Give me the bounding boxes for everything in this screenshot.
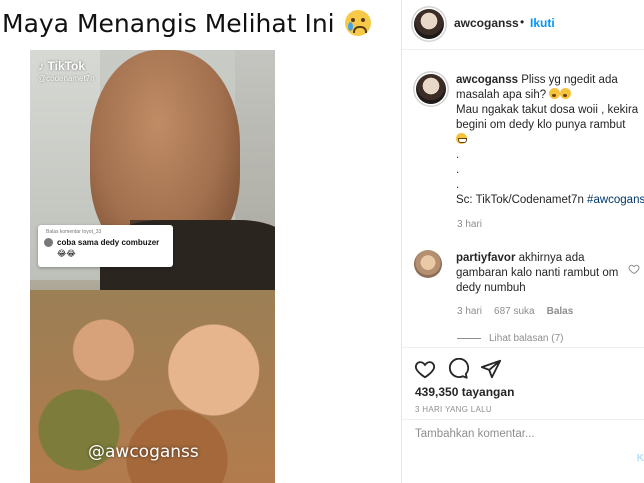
share-paper-plane-icon[interactable] [480,358,502,380]
comment-meta: 3 hari 687 suka Balas [457,306,573,317]
add-comment-bar: Tambahkan komentar... K [402,419,644,483]
comment-timestamp[interactable]: 3 hari [457,306,482,317]
fearful-face-emoji-icon-2 [560,88,572,99]
caption-hashtag-link[interactable]: #awcoganss [587,194,644,206]
post-header: awcoganss • Ikuti [402,0,644,50]
add-comment-input[interactable]: Tambahkan komentar... [415,428,535,440]
tiktok-handle: @codenamet7n [38,74,95,83]
panel-divider [401,0,402,483]
caption-author-avatar[interactable] [416,74,446,104]
follow-button[interactable]: Ikuti [530,16,555,30]
crying-face-emoji-icon [344,10,371,36]
comment-likes[interactable]: 687 suka [494,306,535,317]
comment-like-heart-icon[interactable] [628,263,640,275]
comment-reply-button[interactable]: Balas [547,306,574,317]
view-replies-button[interactable]: Lihat balasan (7) [457,333,564,344]
post-date[interactable]: 3 HARI YANG LALU [415,405,492,414]
comment-text-line-1: akhirnya ada [518,252,585,264]
header-separator: • [520,15,525,29]
comment-item: partiyfavor akhirnya ada gambaran kalo n… [456,251,636,296]
caption-dot-2: . [456,164,460,176]
like-heart-icon[interactable] [414,358,436,380]
caption-dot-1: . [456,149,460,161]
caption-line-1: Pliss yg ngedit ada [521,74,618,86]
commenter-avatar-icon [44,238,53,247]
comment-text-line-2: gambaran kalo nanti rambut om [456,267,619,279]
comment-bubble-icon[interactable] [447,358,469,380]
post-actions-bar [402,347,644,387]
video-watermark: @awcoganss [88,442,199,462]
tiktok-reply-bubble: Balas komentar toyot_33 coba sama dedy c… [38,225,173,267]
music-note-icon: ♪ [38,58,45,73]
caption-line-3: Mau ngakak takut dosa woii , kekira [456,104,639,116]
grinning-face-emoji-icon [456,133,467,144]
comment-text-line-3: dedy numbuh [456,282,526,294]
reply-bubble-text: coba sama dedy combuzer😂😂 [57,238,160,258]
view-replies-label: Lihat balasan (7) [489,333,564,344]
reply-to-label: Balas komentar toyot_33 [46,229,102,235]
headline-title: Maya Menangis Melihat Ini [0,4,400,44]
caption-dot-3: . [456,179,460,191]
tiktok-label: TikTok [47,58,86,73]
tiktok-logo: ♪ TikTok [38,58,85,73]
view-count[interactable]: 439,350 tayangan [415,385,514,399]
commenter-username[interactable]: partiyfavor [456,252,515,264]
caption-source: Sc: TikTok/Codenamet7n [456,194,584,206]
caption-line-4: begini om dedy klo punya rambut [456,119,626,131]
fearful-face-emoji-icon [549,88,561,99]
caption-timestamp[interactable]: 3 hari [457,219,482,230]
caption-line-2: masalah apa sih? [456,89,547,101]
post-comment-button[interactable]: K [637,453,644,464]
headline-text: Maya Menangis Melihat Ini [2,9,335,38]
post-caption: awcoganss Pliss yg ngedit ada masalah ap… [456,73,644,208]
author-username[interactable]: awcoganss [454,16,519,30]
commenter-avatar[interactable] [414,250,442,278]
caption-username[interactable]: awcoganss [456,74,518,86]
post-media-video[interactable]: ♪ TikTok @codenamet7n Balas komentar toy… [30,50,275,483]
view-replies-line [457,338,481,339]
author-avatar[interactable] [414,9,444,39]
